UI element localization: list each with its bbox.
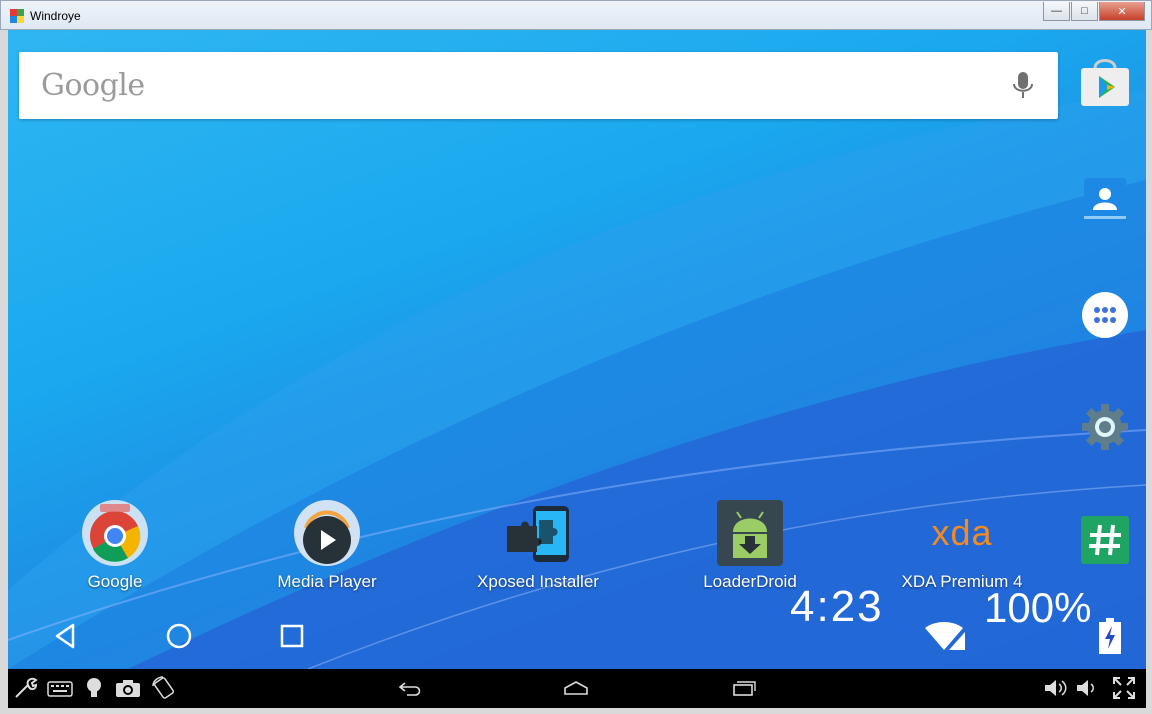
window-titlebar: Windroye — □ ✕ bbox=[0, 0, 1152, 30]
recent-apps-icon[interactable] bbox=[728, 675, 756, 701]
app-xda-premium[interactable]: xda XDA Premium 4 bbox=[877, 498, 1047, 592]
app-label: Xposed Installer bbox=[477, 572, 599, 591]
rotate-icon[interactable] bbox=[150, 675, 178, 701]
recents-square-icon bbox=[280, 624, 304, 648]
lightbulb-icon[interactable] bbox=[80, 675, 108, 701]
xda-logo-icon: xda bbox=[931, 512, 993, 553]
volume-up-icon[interactable] bbox=[1042, 675, 1070, 701]
minimize-button[interactable]: — bbox=[1043, 2, 1070, 21]
app-google[interactable]: Google bbox=[30, 498, 200, 592]
hashtag-icon[interactable] bbox=[1078, 513, 1132, 567]
android-screen: Google Google Media Player Xposed Instal… bbox=[8, 30, 1146, 669]
microphone-icon[interactable] bbox=[1012, 71, 1034, 101]
back-triangle-icon bbox=[55, 623, 75, 649]
wrench-icon[interactable] bbox=[12, 675, 40, 701]
volume-down-icon[interactable] bbox=[1072, 675, 1100, 701]
status-clock: 4:23 bbox=[790, 582, 884, 631]
fullscreen-icon[interactable] bbox=[1110, 675, 1138, 701]
google-logo: Google bbox=[41, 68, 145, 103]
google-search-bar[interactable]: Google bbox=[19, 52, 1058, 119]
nav-recents-button[interactable] bbox=[272, 616, 312, 656]
app-loaderdroid[interactable]: LoaderDroid bbox=[665, 498, 835, 592]
app-xposed-installer[interactable]: Xposed Installer bbox=[453, 498, 623, 592]
home-circle-icon bbox=[166, 623, 192, 649]
contacts-icon[interactable] bbox=[1078, 173, 1132, 227]
battery-charging-icon bbox=[1099, 618, 1121, 654]
app-label: Media Player bbox=[277, 572, 377, 591]
nav-back-button[interactable] bbox=[46, 616, 86, 656]
app-logo-icon bbox=[10, 9, 24, 23]
battery-percentage: 100% bbox=[984, 584, 1092, 631]
camera-icon[interactable] bbox=[114, 675, 142, 701]
app-label: Google bbox=[87, 572, 143, 591]
chrome-icon bbox=[82, 500, 148, 566]
keyboard-icon[interactable] bbox=[46, 675, 74, 701]
loaderdroid-icon bbox=[717, 500, 783, 566]
emulator-toolbar bbox=[8, 669, 1146, 708]
settings-icon[interactable] bbox=[1078, 400, 1132, 454]
app-drawer-icon[interactable] bbox=[1078, 288, 1132, 342]
close-button[interactable]: ✕ bbox=[1099, 2, 1145, 21]
nav-home-button[interactable] bbox=[159, 616, 199, 656]
home-icon[interactable] bbox=[562, 675, 590, 701]
play-store-icon[interactable] bbox=[1078, 56, 1132, 110]
wifi-signal-icon bbox=[925, 622, 965, 650]
back-arrow-icon[interactable] bbox=[396, 675, 424, 701]
media-player-icon bbox=[294, 500, 360, 566]
maximize-button[interactable]: □ bbox=[1071, 2, 1098, 21]
xposed-icon bbox=[507, 506, 569, 562]
app-media-player[interactable]: Media Player bbox=[242, 498, 412, 592]
window-title: Windroye bbox=[30, 9, 81, 23]
